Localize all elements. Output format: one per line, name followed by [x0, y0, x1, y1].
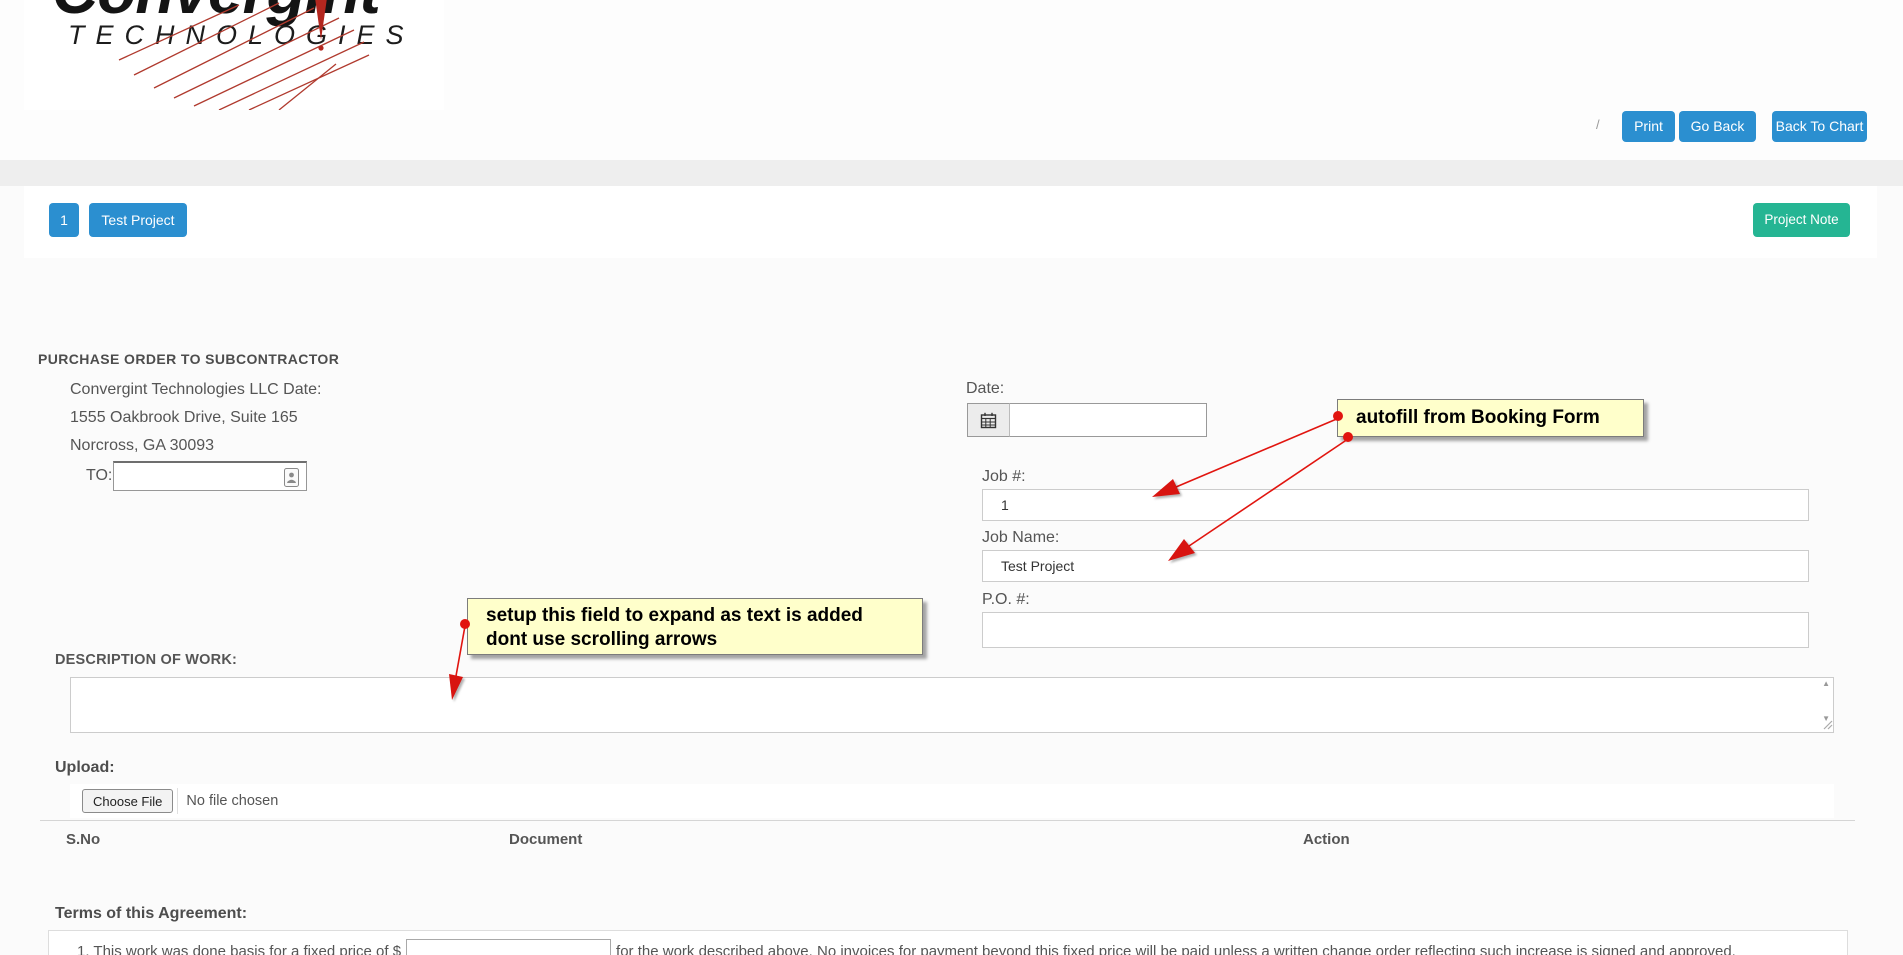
go-back-button[interactable]: Go Back [1679, 111, 1756, 142]
description-wrap: ▲ ▼ [70, 677, 1834, 733]
annotation-autofill-text: autofill from Booking Form [1356, 407, 1600, 428]
to-label: TO: [86, 467, 113, 484]
job-number-input[interactable] [982, 489, 1809, 521]
po-number-input[interactable] [982, 612, 1809, 648]
project-bar: 1 Test Project Project Note [24, 186, 1877, 258]
file-separator [177, 788, 179, 814]
date-label: Date: [966, 380, 1005, 397]
terms-item-1-suffix: for the work described above. No invoice… [616, 943, 1736, 955]
annotation-expand-field: setup this field to expand as text is ad… [467, 598, 923, 655]
breadcrumb-separator: / [1596, 117, 1600, 132]
annotation-expand-line2: dont use scrolling arrows [486, 629, 718, 650]
date-addon[interactable] [967, 403, 1010, 437]
job-number-button[interactable]: 1 [49, 203, 79, 237]
form-title: PURCHASE ORDER TO SUBCONTRACTOR [38, 351, 340, 367]
header-divider-band [0, 160, 1903, 186]
terms-box: 1. This work was done basis for a fixed … [48, 930, 1848, 955]
company-address-line1: 1555 Oakbrook Drive, Suite 165 [70, 409, 298, 426]
terms-item-1-prefix: 1. This work was done basis for a fixed … [77, 943, 402, 955]
calendar-icon [980, 412, 997, 428]
print-button[interactable]: Print [1622, 111, 1675, 142]
file-status-text: No file chosen [186, 793, 279, 809]
back-to-chart-button[interactable]: Back To Chart [1772, 111, 1867, 142]
job-name-input[interactable] [982, 550, 1809, 582]
company-logo: Convergint TECHNOLOGIES [24, 0, 444, 110]
project-note-button[interactable]: Project Note [1753, 203, 1850, 237]
job-number-label: Job #: [982, 468, 1026, 485]
description-label: DESCRIPTION OF WORK: [55, 652, 238, 668]
terms-title: Terms of this Agreement: [55, 905, 248, 922]
fixed-price-input[interactable] [406, 939, 612, 955]
po-number-label: P.O. #: [982, 591, 1030, 608]
to-input[interactable] [113, 461, 307, 491]
company-name-line: Convergint Technologies LLC Date: [70, 381, 322, 398]
contact-picker-icon[interactable] [284, 468, 299, 487]
table-header-sno: S.No [66, 831, 101, 848]
job-name-label: Job Name: [982, 529, 1060, 546]
table-header-action: Action [1303, 831, 1350, 848]
page: Convergint TECHNOLOGIES / Print Go Back … [0, 0, 1903, 955]
choose-file-button[interactable]: Choose File [82, 789, 174, 813]
scroll-up-icon[interactable]: ▲ [1822, 680, 1830, 688]
annotation-expand-line1: setup this field to expand as text is ad… [486, 605, 863, 626]
table-divider [40, 820, 1855, 821]
date-input[interactable] [1009, 403, 1207, 437]
upload-label: Upload: [55, 759, 115, 776]
resize-grip-icon[interactable] [1822, 719, 1833, 730]
file-input[interactable]: Choose File No file chosen [70, 784, 1834, 818]
annotation-autofill: autofill from Booking Form [1337, 399, 1644, 437]
company-address-line2: Norcross, GA 30093 [70, 437, 215, 454]
project-name-button[interactable]: Test Project [89, 203, 187, 237]
table-header-document: Document [509, 831, 583, 848]
terms-item-1: 1. This work was done basis for a fixed … [77, 939, 1736, 955]
logo-rays-icon [118, 0, 370, 110]
description-textarea[interactable] [70, 677, 1834, 733]
